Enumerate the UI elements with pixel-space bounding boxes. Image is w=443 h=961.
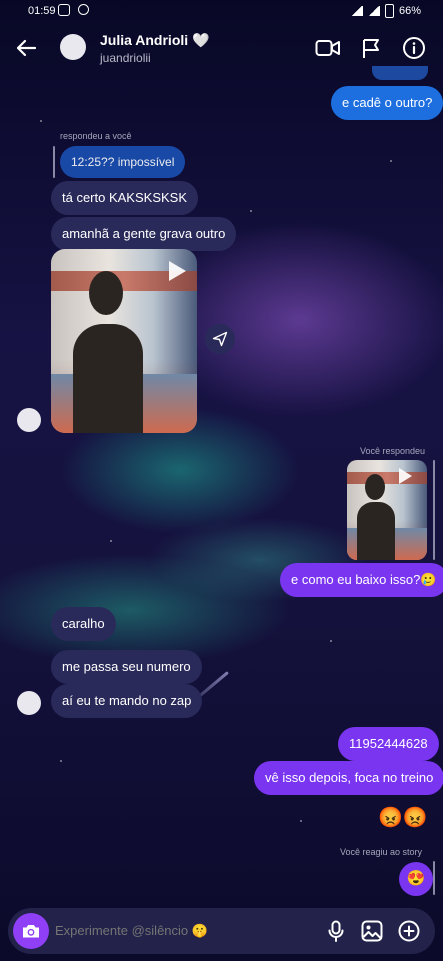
microphone-icon	[328, 920, 344, 942]
report-button[interactable]	[357, 34, 385, 62]
message-composer	[8, 908, 435, 954]
camera-icon	[23, 925, 39, 938]
play-icon[interactable]	[399, 468, 412, 484]
microphone-button[interactable]	[324, 919, 348, 943]
gallery-icon	[361, 920, 383, 942]
previous-message-edge	[372, 66, 428, 80]
message-sent[interactable]: vê isso depois, foca no treino	[254, 761, 443, 795]
plus-icon	[398, 920, 420, 942]
message-sent[interactable]: 11952444628	[338, 727, 439, 761]
share-button[interactable]	[205, 324, 235, 354]
message-received[interactable]: aí eu te mando no zap	[51, 684, 203, 718]
reply-bar	[433, 861, 435, 895]
message-received[interactable]: caralho	[51, 607, 116, 641]
video-call-button[interactable]	[314, 34, 342, 62]
message-received[interactable]: tá certo KAKSKSKSK	[51, 181, 199, 215]
signal-icon	[350, 6, 363, 16]
battery-icon	[384, 4, 394, 18]
instagram-notification-icon	[58, 4, 70, 16]
info-button[interactable]	[400, 34, 428, 62]
sender-avatar[interactable]	[17, 408, 41, 432]
flag-icon	[363, 39, 379, 58]
message-input[interactable]	[55, 908, 315, 954]
message-received[interactable]: amanhã a gente grava outro	[51, 217, 237, 251]
wifi-icon	[367, 6, 380, 16]
reply-context-label: respondeu a você	[60, 131, 132, 141]
contact-avatar[interactable]	[60, 34, 86, 60]
story-reaction[interactable]: 😍	[399, 862, 433, 896]
quoted-message[interactable]: 12:25?? impossível	[60, 146, 186, 178]
reply-bar	[53, 146, 55, 178]
message-sent[interactable]: e cadê o outro?	[331, 86, 443, 120]
camera-button[interactable]	[13, 913, 49, 949]
info-icon	[403, 37, 425, 59]
alarm-icon	[78, 4, 89, 15]
status-right: 66%	[350, 4, 421, 18]
shared-video-received[interactable]	[51, 249, 197, 433]
status-time: 01:59	[28, 5, 56, 17]
contact-name[interactable]: Julia Andrioli 🤍	[100, 32, 209, 49]
play-icon[interactable]	[169, 261, 186, 281]
more-button[interactable]	[397, 919, 421, 943]
video-call-icon	[315, 40, 340, 56]
gallery-button[interactable]	[360, 919, 384, 943]
sender-avatar[interactable]	[17, 691, 41, 715]
reply-context-label: Você respondeu	[360, 446, 426, 456]
back-arrow-icon[interactable]	[14, 36, 38, 60]
contact-username[interactable]: juandriolii	[100, 51, 151, 65]
replied-video[interactable]	[347, 460, 427, 560]
message-sent[interactable]: e como eu baixo isso?🥲	[280, 563, 443, 597]
story-reaction-label: Você reagiu ao story	[340, 847, 423, 857]
message-received[interactable]: me passa seu numero	[51, 650, 202, 684]
status-bar: 01:59 66%	[0, 0, 443, 22]
video-thumbnail	[347, 460, 427, 560]
battery-level: 66%	[398, 5, 421, 17]
share-icon	[212, 331, 228, 347]
emoji-message[interactable]: 😡😡	[378, 806, 428, 830]
reply-bar	[433, 460, 435, 560]
